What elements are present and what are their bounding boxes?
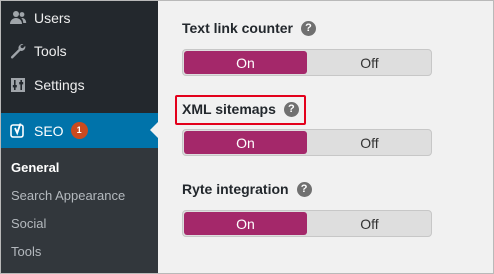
toggle-ryte-integration: On Off — [182, 210, 432, 237]
toggle-on-option[interactable]: On — [184, 212, 307, 235]
users-icon — [7, 7, 29, 29]
sidebar-item-seo[interactable]: SEO 1 — [1, 113, 158, 148]
sidebar-item-tools[interactable]: Tools — [1, 34, 158, 68]
toggle-xml-sitemaps: On Off — [182, 129, 432, 156]
field-label-text-link-counter: Text link counter ? — [182, 20, 316, 36]
settings-sliders-icon — [7, 74, 29, 96]
sidebar-item-settings[interactable]: Settings — [1, 68, 158, 102]
help-icon[interactable]: ? — [300, 20, 316, 36]
submenu-item-search-appearance[interactable]: Search Appearance — [11, 188, 125, 203]
highlight-box — [175, 95, 306, 125]
admin-sidebar: Users Tools Settings SEO 1 General Searc… — [1, 1, 158, 273]
toggle-on-option[interactable]: On — [184, 51, 307, 74]
field-label-text: Ryte integration — [182, 181, 289, 197]
submenu-item-general[interactable]: General — [11, 160, 59, 175]
sidebar-item-users[interactable]: Users — [1, 1, 158, 35]
field-label-ryte-integration: Ryte integration ? — [182, 181, 312, 197]
yoast-icon — [7, 120, 29, 142]
active-menu-arrow — [150, 122, 158, 138]
field-label-text: Text link counter — [182, 20, 293, 36]
sidebar-item-label: Tools — [34, 43, 67, 59]
notification-badge: 1 — [70, 122, 88, 139]
toggle-off-option[interactable]: Off — [308, 130, 431, 155]
settings-panel: Text link counter ? On Off XML sitemaps … — [158, 1, 493, 273]
sidebar-item-label: SEO — [34, 122, 64, 139]
screenshot-frame: Users Tools Settings SEO 1 General Searc… — [0, 0, 494, 274]
submenu-item-social[interactable]: Social — [11, 216, 46, 231]
help-icon[interactable]: ? — [296, 181, 312, 197]
toggle-off-option[interactable]: Off — [308, 50, 431, 75]
submenu-item-tools[interactable]: Tools — [11, 244, 41, 259]
toggle-off-option[interactable]: Off — [308, 211, 431, 236]
toggle-on-option[interactable]: On — [184, 131, 307, 154]
toggle-text-link-counter: On Off — [182, 49, 432, 76]
sidebar-item-label: Users — [34, 10, 71, 26]
sidebar-item-label: Settings — [34, 77, 85, 93]
seo-submenu: General Search Appearance Social Tools — [1, 148, 158, 273]
wrench-icon — [7, 40, 29, 62]
